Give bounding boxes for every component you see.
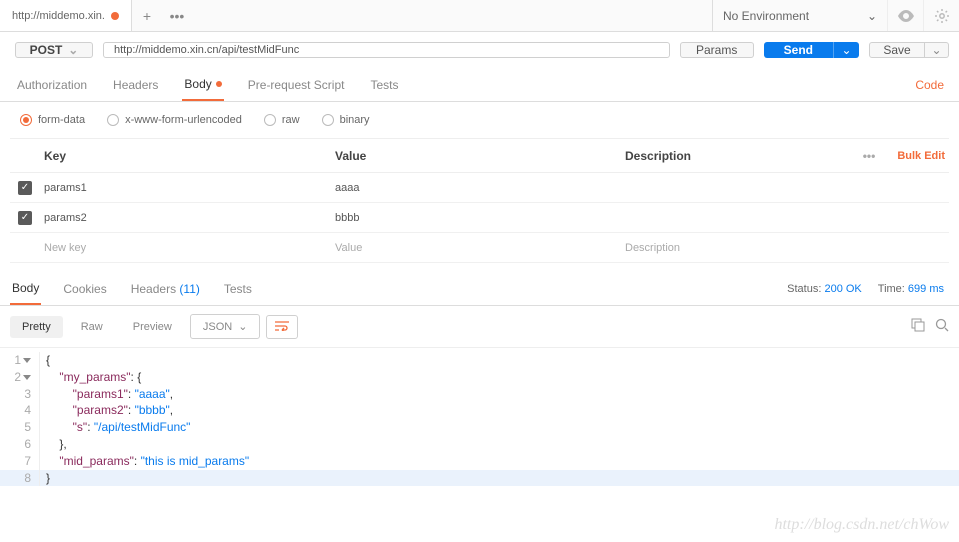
response-meta: Status: 200 OK Time: 699 ms <box>787 283 944 295</box>
radio-icon <box>107 114 119 126</box>
params-button[interactable]: Params <box>680 42 754 58</box>
tab-title: http://middemo.xin. <box>12 10 105 22</box>
new-desc-input[interactable]: Description <box>625 242 849 254</box>
params-table: Key Value Description ••• Bulk Edit ✓ pa… <box>10 138 949 263</box>
request-bar: POST ⌄ Params Send ⌄ Save ⌄ <box>0 32 959 68</box>
save-button[interactable]: Save <box>869 42 925 58</box>
environment-quicklook-button[interactable] <box>887 0 923 31</box>
response-tabs: Body Cookies Headers (11) Tests Status: … <box>0 267 959 306</box>
chevron-down-icon: ⌄ <box>867 9 877 23</box>
radio-raw[interactable]: raw <box>264 114 300 126</box>
response-body[interactable]: 1{2 "my_params": {3 "params1": "aaaa",4 … <box>0 348 959 490</box>
radio-icon <box>322 114 334 126</box>
method-label: POST <box>30 43 63 57</box>
checkbox-icon[interactable]: ✓ <box>18 181 32 195</box>
resp-tab-cookies[interactable]: Cookies <box>61 274 108 304</box>
code-line: 5 "s": "/api/testMidFunc" <box>0 419 959 436</box>
send-button[interactable]: Send <box>764 42 833 58</box>
new-tab-button[interactable]: + <box>132 0 162 31</box>
request-tab[interactable]: http://middemo.xin. <box>0 0 132 31</box>
environment-label: No Environment <box>723 9 809 23</box>
code-line: 1{ <box>0 352 959 369</box>
body-type-radios: form-data x-www-form-urlencoded raw bina… <box>0 102 959 138</box>
new-value-input[interactable]: Value <box>335 242 625 254</box>
column-options-button[interactable]: ••• <box>849 149 889 163</box>
param-value[interactable]: aaaa <box>335 182 625 194</box>
param-key[interactable]: params2 <box>40 212 335 224</box>
radio-icon <box>20 114 32 126</box>
tab-body[interactable]: Body <box>182 69 223 101</box>
chevron-down-icon: ⌄ <box>68 43 78 57</box>
watermark: http://blog.csdn.net/chWow <box>774 516 949 534</box>
table-header: Key Value Description ••• Bulk Edit <box>10 139 949 173</box>
format-select[interactable]: JSON⌄ <box>190 314 261 339</box>
col-description: Description <box>625 149 849 163</box>
time-value: 699 ms <box>908 283 944 295</box>
wrap-lines-button[interactable] <box>266 315 298 339</box>
code-line: 8} <box>0 470 959 487</box>
table-row[interactable]: ✓ params2 bbbb <box>10 203 949 233</box>
param-key[interactable]: params1 <box>40 182 335 194</box>
code-line: 7 "mid_params": "this is mid_params" <box>0 453 959 470</box>
radio-form-data[interactable]: form-data <box>20 114 85 126</box>
modified-dot-icon <box>216 81 222 87</box>
copy-icon <box>911 318 925 332</box>
view-pretty[interactable]: Pretty <box>10 316 63 338</box>
view-raw[interactable]: Raw <box>69 316 115 338</box>
method-select[interactable]: POST ⌄ <box>15 42 93 58</box>
new-key-input[interactable]: New key <box>40 242 335 254</box>
radio-binary[interactable]: binary <box>322 114 370 126</box>
radio-icon <box>264 114 276 126</box>
environment-select[interactable]: No Environment ⌄ <box>712 0 887 31</box>
url-input[interactable] <box>103 42 670 58</box>
tab-headers[interactable]: Headers <box>111 70 160 100</box>
chevron-down-icon: ⌄ <box>238 320 247 333</box>
tab-prerequest[interactable]: Pre-request Script <box>246 70 347 100</box>
save-dropdown[interactable]: ⌄ <box>925 42 949 58</box>
generate-code-link[interactable]: Code <box>915 78 944 92</box>
param-value[interactable]: bbbb <box>335 212 625 224</box>
eye-icon <box>897 10 915 22</box>
status-value: 200 OK <box>824 283 861 295</box>
topbar-right: No Environment ⌄ <box>712 0 959 31</box>
view-preview[interactable]: Preview <box>121 316 184 338</box>
search-icon <box>935 318 949 332</box>
checkbox-icon[interactable]: ✓ <box>18 211 32 225</box>
settings-button[interactable] <box>923 0 959 31</box>
tab-authorization[interactable]: Authorization <box>15 70 89 100</box>
col-value: Value <box>335 149 625 163</box>
resp-tab-body[interactable]: Body <box>10 273 41 305</box>
send-button-group: Send ⌄ <box>764 42 859 58</box>
top-bar: http://middemo.xin. + ••• No Environment… <box>0 0 959 32</box>
wrap-icon <box>275 321 289 331</box>
send-dropdown[interactable]: ⌄ <box>833 42 859 58</box>
code-line: 6 }, <box>0 436 959 453</box>
code-line: 2 "my_params": { <box>0 369 959 386</box>
table-row[interactable]: ✓ params1 aaaa <box>10 173 949 203</box>
resp-tab-tests[interactable]: Tests <box>222 274 254 304</box>
bulk-edit-link[interactable]: Bulk Edit <box>889 150 949 162</box>
response-toolbar: Pretty Raw Preview JSON⌄ <box>0 306 959 348</box>
tab-tests[interactable]: Tests <box>368 70 400 100</box>
resp-tab-headers[interactable]: Headers (11) <box>129 274 202 304</box>
col-key: Key <box>40 149 335 163</box>
copy-button[interactable] <box>911 318 925 335</box>
radio-urlencoded[interactable]: x-www-form-urlencoded <box>107 114 242 126</box>
unsaved-dot-icon <box>111 12 119 20</box>
request-tabs: Authorization Headers Body Pre-request S… <box>0 68 959 102</box>
gear-icon <box>934 8 950 24</box>
code-line: 4 "params2": "bbbb", <box>0 402 959 419</box>
tab-overflow-button[interactable]: ••• <box>162 0 192 31</box>
table-row-new[interactable]: New key Value Description <box>10 233 949 263</box>
code-line: 3 "params1": "aaaa", <box>0 386 959 403</box>
search-button[interactable] <box>935 318 949 335</box>
